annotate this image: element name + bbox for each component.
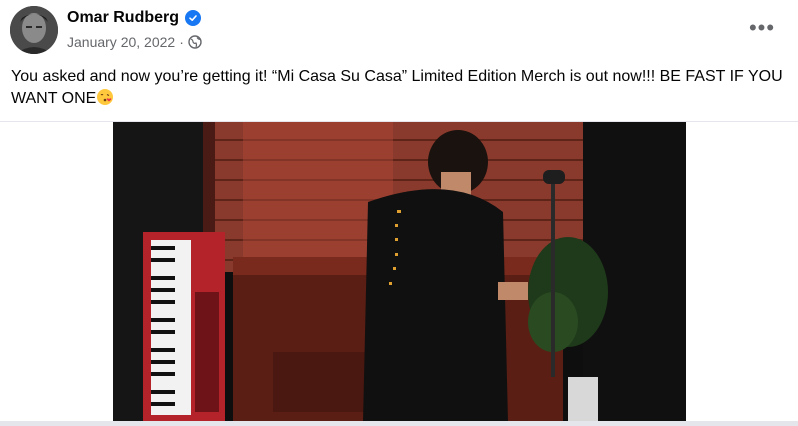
- more-options-icon: •••: [748, 15, 776, 40]
- author-name[interactable]: Omar Rudberg: [67, 9, 179, 27]
- post-bottom-divider: [0, 421, 798, 426]
- face-blowing-kiss-icon: [96, 88, 114, 106]
- post-text-block: You asked and now you’re getting it! “Mi…: [11, 66, 791, 110]
- globe-icon[interactable]: [188, 35, 202, 49]
- post-text: You asked and now you’re getting it! “Mi…: [11, 68, 783, 107]
- post-photo-image: [113, 122, 686, 422]
- post-meta: January 20, 2022 ·: [67, 34, 202, 50]
- author-avatar[interactable]: [10, 6, 58, 54]
- post-date[interactable]: January 20, 2022: [67, 34, 175, 50]
- author-name-row: Omar Rudberg: [67, 9, 202, 27]
- post-photo[interactable]: [113, 122, 686, 422]
- verified-badge-icon: [185, 10, 202, 26]
- post-card: Omar Rudberg January 20, 2022 · ••• You …: [0, 0, 798, 426]
- meta-separator: ·: [179, 34, 184, 50]
- more-options-button[interactable]: •••: [744, 14, 780, 42]
- avatar-image: [10, 6, 58, 54]
